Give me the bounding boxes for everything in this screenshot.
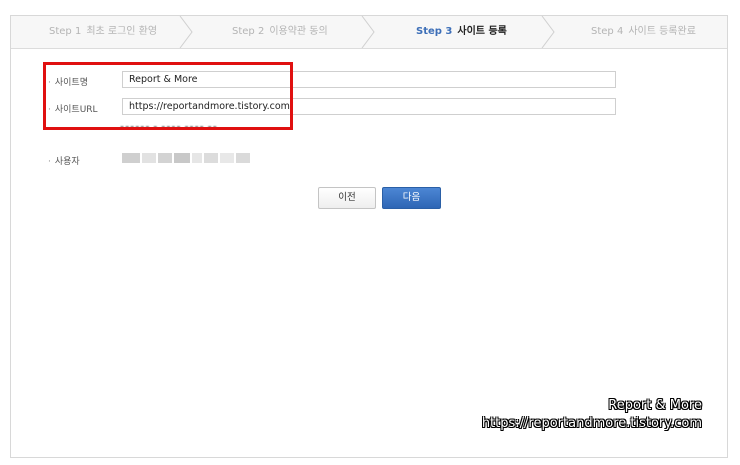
user-label: · 사용자 [48,154,80,167]
next-button[interactable]: 다음 [382,187,441,209]
chevron-right-icon [541,16,555,48]
user-label-text: 사용자 [54,157,80,167]
chevron-right-icon [179,16,193,48]
highlight-box [43,62,293,130]
step-label: 사이트 등록완료 [628,26,696,37]
watermark-url: https://reportandmore.tistory.com [481,416,702,431]
prev-button[interactable]: 이전 [318,187,376,209]
step-1: Step 1 최초 로그인 환영 [49,16,157,48]
user-value-redacted [122,153,252,163]
bullet-icon: · [48,157,51,167]
chevron-right-icon [361,16,375,48]
watermark-title: Report & More [608,398,702,413]
step-3-active: Step 3 사이트 등록 [416,16,507,48]
step-progress-bar: Step 1 최초 로그인 환영 Step 2 이용약관 동의 Step 3 사이트 … [11,16,727,49]
step-label: 사이트 등록 [457,26,507,37]
step-4: Step 4 사이트 등록완료 [591,16,696,48]
step-number: Step 2 [232,26,265,37]
step-number: Step 4 [591,26,624,37]
step-label: 이용약관 동의 [269,26,328,37]
step-number: Step 1 [49,26,82,37]
step-2: Step 2 이용약관 동의 [232,16,328,48]
step-number: Step 3 [416,26,453,37]
step-label: 최초 로그인 환영 [86,26,158,37]
